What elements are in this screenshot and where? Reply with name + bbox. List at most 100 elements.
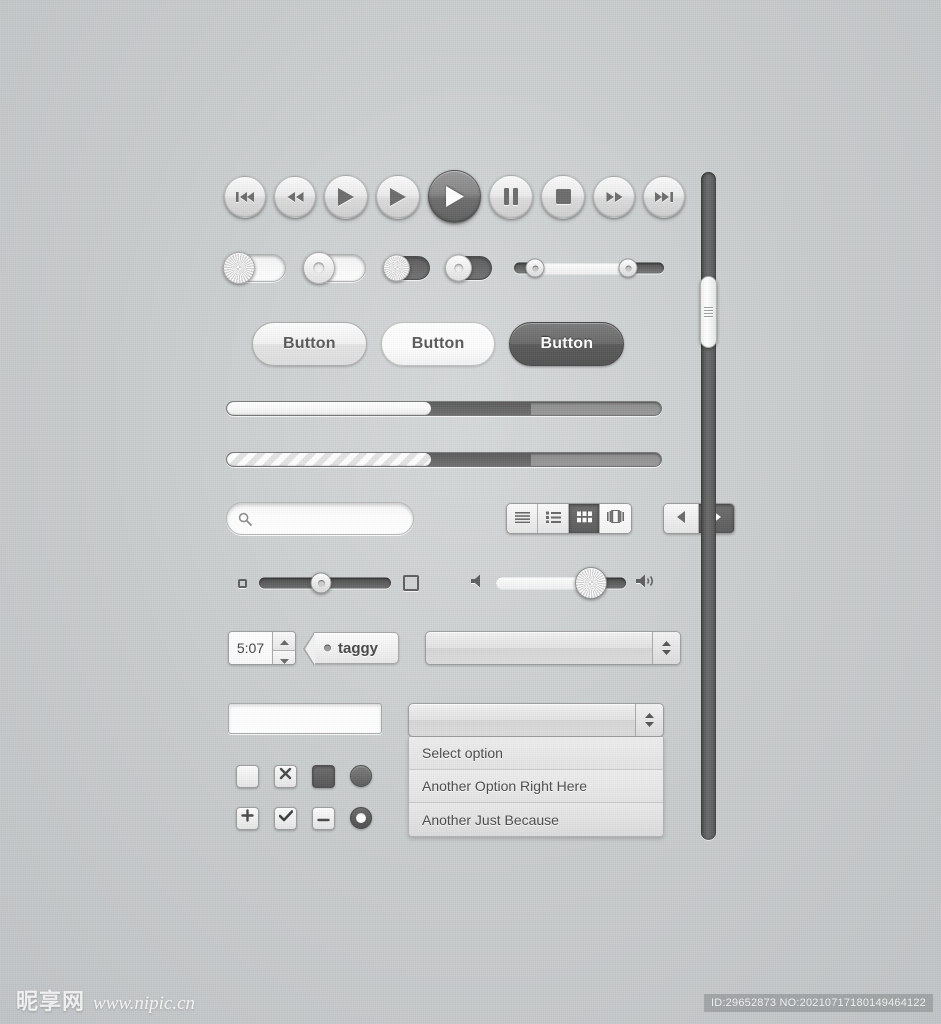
select-open-value [409, 704, 635, 736]
tag-label: taggy [338, 639, 379, 657]
view-detail-list-button[interactable] [538, 504, 569, 533]
watermark-id: ID:29652873 NO:20210717180149464122 [704, 994, 933, 1012]
skip-backward-icon [235, 191, 255, 203]
toggles-row [223, 252, 664, 284]
time-stepper[interactable]: 5:07 [228, 631, 296, 665]
range-slider[interactable] [514, 255, 664, 281]
toggle-knob[interactable] [223, 252, 255, 284]
select-option-list: Select option Another Option Right Here … [408, 737, 664, 837]
zoom-slider[interactable] [259, 570, 391, 596]
checkbox-minus[interactable] [312, 806, 335, 830]
select-open-field[interactable] [408, 703, 664, 737]
text-input[interactable] [228, 703, 382, 734]
search-field[interactable] [226, 502, 414, 535]
view-grid-icon [576, 510, 592, 528]
minus-icon [317, 809, 330, 827]
view-coverflow-icon [607, 508, 624, 528]
checkbox-empty[interactable] [236, 764, 259, 788]
toggle-knob[interactable] [383, 254, 410, 282]
small-square-icon [238, 578, 247, 588]
volume-slider[interactable] [496, 567, 626, 599]
skip-forward-button[interactable] [643, 175, 685, 218]
watermark-url: www.nipic.cn [93, 993, 196, 1014]
checkbox-grid [236, 755, 388, 839]
view-grid-button[interactable] [569, 504, 600, 533]
transport-controls [224, 170, 685, 223]
fast-forward-icon [605, 191, 624, 203]
stepper-down-icon [279, 651, 289, 664]
pager-control [663, 503, 735, 534]
select-updown-icon[interactable] [635, 704, 663, 736]
progress-bar-striped[interactable] [226, 452, 662, 467]
buttons-row: Button Button Button [252, 322, 625, 366]
speaker-loud-icon [636, 574, 657, 593]
range-handle-low[interactable] [525, 258, 545, 278]
toggle-large-ring[interactable] [303, 252, 366, 284]
view-segmented-control [506, 503, 632, 534]
grip-lines-icon [704, 305, 713, 319]
search-icon [238, 512, 252, 531]
play-button-2[interactable] [376, 174, 420, 219]
view-detail-list-icon [545, 510, 561, 528]
radio-selected-dark[interactable] [350, 765, 372, 787]
select-option[interactable]: Another Just Because [409, 803, 663, 836]
toggle-large-brushed[interactable] [223, 252, 286, 284]
select-open: Select option Another Option Right Here … [408, 703, 664, 837]
toggle-small-brushed[interactable] [383, 254, 430, 282]
combo-box-value [426, 632, 652, 664]
stepper-down-button[interactable] [273, 651, 295, 664]
volume-slider-knob[interactable] [574, 567, 607, 599]
progress-fill [227, 453, 431, 466]
search-input[interactable] [255, 510, 405, 527]
toggle-knob[interactable] [303, 252, 335, 284]
check-icon [278, 809, 293, 827]
watermark-logo: 昵享网 [16, 990, 86, 1015]
stop-icon [555, 188, 572, 205]
toggle-knob[interactable] [445, 254, 472, 282]
vertical-scrollbar[interactable] [700, 172, 717, 840]
toggle-small-ring[interactable] [445, 254, 492, 282]
x-icon [279, 767, 292, 785]
progress-fill [227, 402, 431, 415]
progress-bar-solid[interactable] [226, 401, 662, 416]
button-pressed[interactable]: Button [509, 322, 625, 366]
play-icon [337, 187, 355, 207]
scrollbar-thumb[interactable] [700, 276, 717, 348]
button-default[interactable]: Button [252, 322, 367, 366]
select-updown-icon[interactable] [652, 632, 681, 664]
play-button-1[interactable] [324, 174, 368, 219]
range-fill [535, 262, 628, 274]
stepper-up-button[interactable] [273, 632, 295, 651]
zoom-slider-knob[interactable] [310, 572, 332, 594]
pause-button[interactable] [489, 174, 533, 219]
previous-arrow-icon [676, 510, 686, 528]
skip-back-button[interactable] [224, 175, 266, 218]
checkbox-filled[interactable] [312, 764, 335, 788]
checkbox-plus[interactable] [236, 806, 259, 830]
radio-hollow[interactable] [350, 807, 372, 829]
stop-button[interactable] [541, 174, 585, 219]
combo-box-closed[interactable] [425, 631, 682, 665]
play-icon [444, 185, 465, 208]
range-handle-high[interactable] [618, 258, 638, 278]
play-button-active[interactable] [428, 170, 481, 223]
speaker-mute-icon [471, 574, 486, 593]
button-label: Button [283, 335, 336, 352]
rewind-button[interactable] [274, 175, 316, 218]
previous-button[interactable] [664, 504, 699, 533]
checkbox-check[interactable] [274, 806, 297, 830]
button-label: Button [540, 335, 594, 352]
select-option[interactable]: Another Option Right Here [409, 770, 663, 803]
fast-forward-button[interactable] [593, 175, 635, 218]
view-coverflow-button[interactable] [600, 504, 631, 533]
tag-dot-icon [324, 644, 331, 652]
view-list-button[interactable] [507, 504, 538, 533]
search-and-views-row [226, 502, 735, 535]
play-icon [389, 187, 407, 207]
stepper-up-icon [279, 632, 289, 650]
button-hover[interactable]: Button [380, 322, 496, 366]
watermark: 昵享网 www.nipic.cn [16, 984, 195, 1016]
select-option[interactable]: Select option [409, 737, 663, 770]
tag-chip[interactable]: taggy [302, 632, 400, 666]
checkbox-x[interactable] [274, 764, 297, 788]
